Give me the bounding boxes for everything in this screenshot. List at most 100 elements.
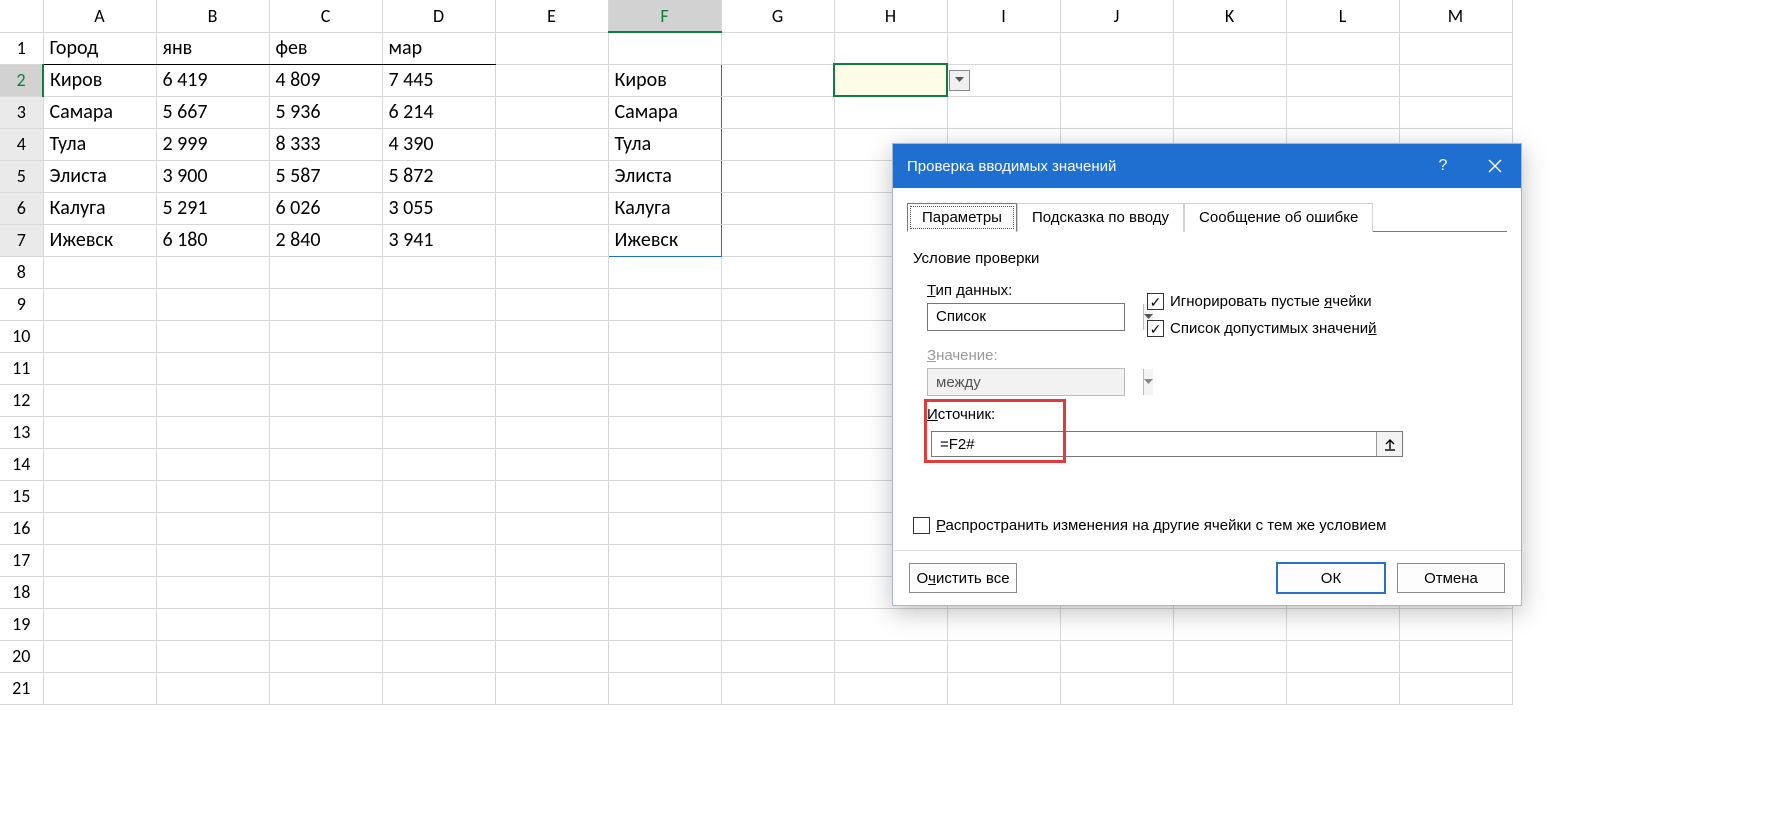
cell-C3[interactable]: 5 936: [269, 96, 382, 128]
cell-G18[interactable]: [721, 576, 834, 608]
col-header-I[interactable]: I: [947, 0, 1060, 32]
cell-D13[interactable]: [382, 416, 495, 448]
cell-A10[interactable]: [43, 320, 156, 352]
source-field[interactable]: [931, 431, 1403, 457]
cell-A17[interactable]: [43, 544, 156, 576]
cell-F3[interactable]: Самара: [608, 96, 721, 128]
ok-button[interactable]: ОК: [1277, 563, 1385, 593]
cell-M2[interactable]: [1399, 64, 1512, 96]
cell-E14[interactable]: [495, 448, 608, 480]
col-header-H[interactable]: H: [834, 0, 947, 32]
cell-C11[interactable]: [269, 352, 382, 384]
cell-J1[interactable]: [1060, 32, 1173, 64]
cell-D9[interactable]: [382, 288, 495, 320]
cell-D18[interactable]: [382, 576, 495, 608]
cell-C6[interactable]: 6 026: [269, 192, 382, 224]
cell-B21[interactable]: [156, 672, 269, 704]
cell-F11[interactable]: [608, 352, 721, 384]
cell-E13[interactable]: [495, 416, 608, 448]
row-header-11[interactable]: 11: [0, 352, 43, 384]
type-combo[interactable]: [927, 303, 1125, 331]
row-header-1[interactable]: 1: [0, 32, 43, 64]
cell-D7[interactable]: 3 941: [382, 224, 495, 256]
cell-A2[interactable]: Киров: [43, 64, 156, 96]
row-header-20[interactable]: 20: [0, 640, 43, 672]
cell-A7[interactable]: Ижевск: [43, 224, 156, 256]
col-header-M[interactable]: M: [1399, 0, 1512, 32]
cell-D6[interactable]: 3 055: [382, 192, 495, 224]
cell-G15[interactable]: [721, 480, 834, 512]
cell-M20[interactable]: [1399, 640, 1512, 672]
cell-J3[interactable]: [1060, 96, 1173, 128]
cell-G1[interactable]: [721, 32, 834, 64]
cell-C17[interactable]: [269, 544, 382, 576]
cell-F6[interactable]: Калуга: [608, 192, 721, 224]
cell-D1[interactable]: мар: [382, 32, 495, 64]
cell-J20[interactable]: [1060, 640, 1173, 672]
cell-B20[interactable]: [156, 640, 269, 672]
cell-A16[interactable]: [43, 512, 156, 544]
cell-E18[interactable]: [495, 576, 608, 608]
cell-C2[interactable]: 4 809: [269, 64, 382, 96]
row-header-15[interactable]: 15: [0, 480, 43, 512]
cell-I3[interactable]: [947, 96, 1060, 128]
cell-E4[interactable]: [495, 128, 608, 160]
ignore-blank-checkbox[interactable]: ✓ Игнорировать пустые ячейки: [1147, 293, 1377, 310]
cell-I21[interactable]: [947, 672, 1060, 704]
cell-G6[interactable]: [721, 192, 834, 224]
cell-C10[interactable]: [269, 320, 382, 352]
cell-F8[interactable]: [608, 256, 721, 288]
cell-B7[interactable]: 6 180: [156, 224, 269, 256]
cell-G9[interactable]: [721, 288, 834, 320]
cell-F5[interactable]: Элиста: [608, 160, 721, 192]
cell-B4[interactable]: 2 999: [156, 128, 269, 160]
cell-G8[interactable]: [721, 256, 834, 288]
cell-M1[interactable]: [1399, 32, 1512, 64]
cell-A19[interactable]: [43, 608, 156, 640]
cell-E20[interactable]: [495, 640, 608, 672]
cell-F19[interactable]: [608, 608, 721, 640]
cell-E5[interactable]: [495, 160, 608, 192]
cell-B10[interactable]: [156, 320, 269, 352]
cell-E9[interactable]: [495, 288, 608, 320]
cell-F16[interactable]: [608, 512, 721, 544]
cell-B3[interactable]: 5 667: [156, 96, 269, 128]
cell-E12[interactable]: [495, 384, 608, 416]
cell-L21[interactable]: [1286, 672, 1399, 704]
cell-K20[interactable]: [1173, 640, 1286, 672]
row-header-16[interactable]: 16: [0, 512, 43, 544]
cell-J21[interactable]: [1060, 672, 1173, 704]
cell-F21[interactable]: [608, 672, 721, 704]
cell-H20[interactable]: [834, 640, 947, 672]
cell-A12[interactable]: [43, 384, 156, 416]
cell-B15[interactable]: [156, 480, 269, 512]
cell-E10[interactable]: [495, 320, 608, 352]
cell-C20[interactable]: [269, 640, 382, 672]
cell-D10[interactable]: [382, 320, 495, 352]
cell-C18[interactable]: [269, 576, 382, 608]
cell-D8[interactable]: [382, 256, 495, 288]
tab-error-alert[interactable]: Сообщение об ошибке: [1184, 203, 1373, 232]
cell-B2[interactable]: 6 419: [156, 64, 269, 96]
cell-E2[interactable]: [495, 64, 608, 96]
cell-L1[interactable]: [1286, 32, 1399, 64]
cell-B1[interactable]: янв: [156, 32, 269, 64]
cell-G16[interactable]: [721, 512, 834, 544]
row-header-21[interactable]: 21: [0, 672, 43, 704]
range-picker-button[interactable]: [1376, 432, 1402, 456]
row-header-18[interactable]: 18: [0, 576, 43, 608]
cell-C1[interactable]: фев: [269, 32, 382, 64]
cell-F1[interactable]: [608, 32, 721, 64]
cell-F13[interactable]: [608, 416, 721, 448]
cell-I19[interactable]: [947, 608, 1060, 640]
cell-H21[interactable]: [834, 672, 947, 704]
cell-H2[interactable]: [834, 64, 947, 96]
cell-B5[interactable]: 3 900: [156, 160, 269, 192]
row-header-3[interactable]: 3: [0, 96, 43, 128]
cell-H1[interactable]: [834, 32, 947, 64]
cell-B19[interactable]: [156, 608, 269, 640]
cell-K3[interactable]: [1173, 96, 1286, 128]
cell-B8[interactable]: [156, 256, 269, 288]
cell-G11[interactable]: [721, 352, 834, 384]
cell-B16[interactable]: [156, 512, 269, 544]
